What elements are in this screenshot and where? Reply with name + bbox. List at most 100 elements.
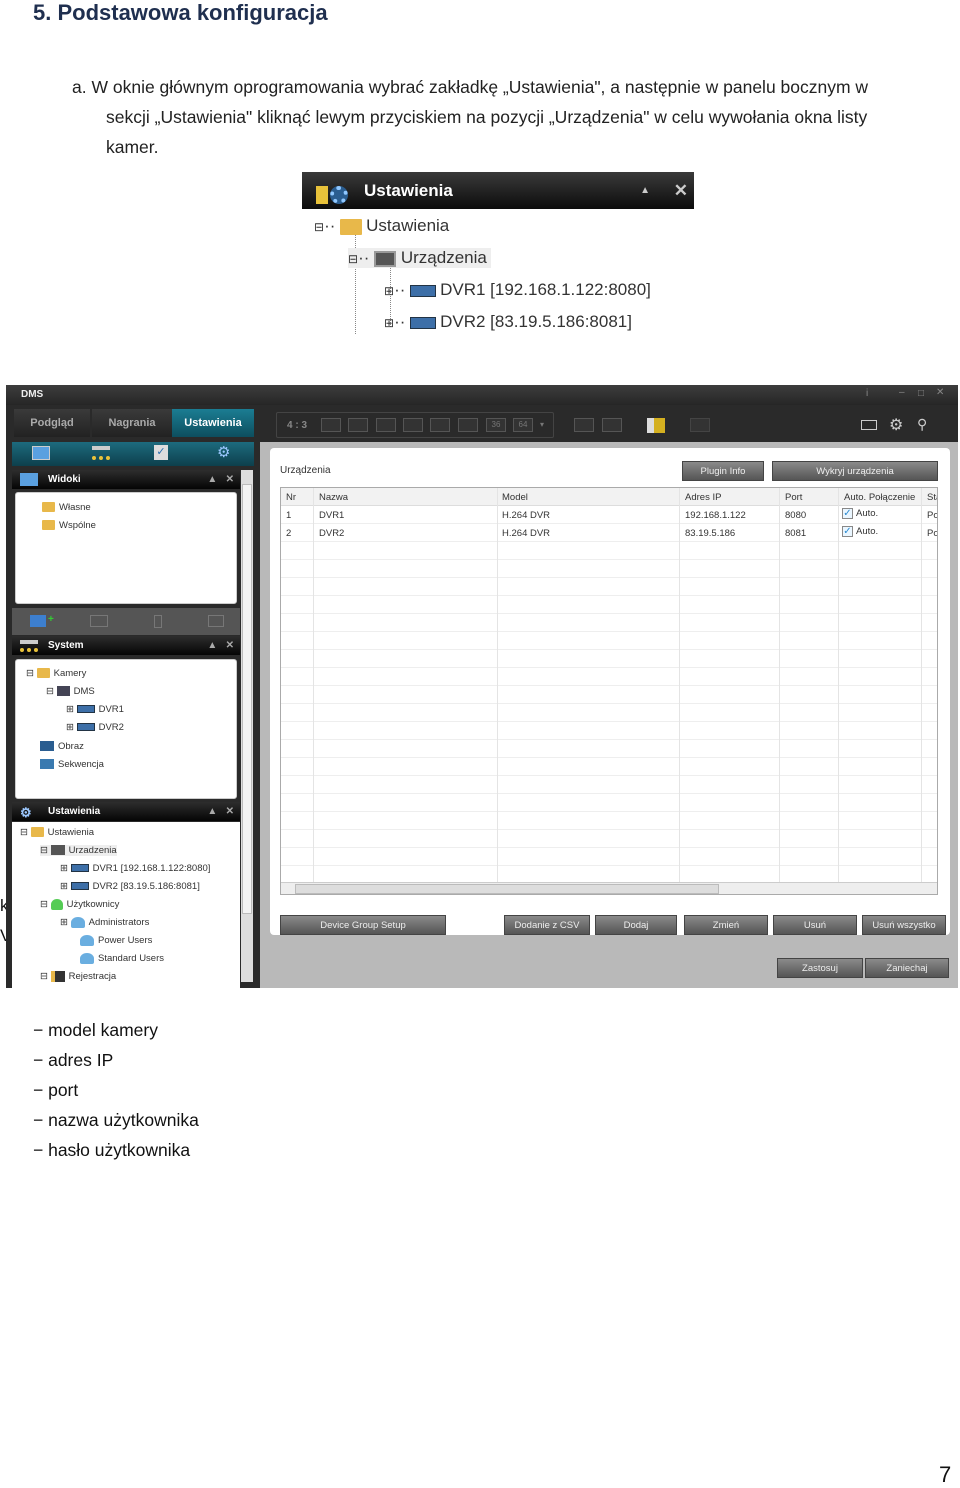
tree-item-power-users[interactable]: Power Users (80, 935, 152, 946)
column-header[interactable]: Adres IP (685, 492, 721, 503)
tree-item-urzadzenia[interactable]: ⊟ Urzadzenia (40, 845, 117, 856)
tab-nagrania[interactable]: Nagrania (92, 409, 172, 437)
delete-button[interactable]: Usuń (773, 915, 857, 935)
aspect-ratio-button[interactable]: 4 : 3 (287, 420, 307, 431)
tree-item-rejestracja[interactable]: ⊟ Rejestracja (40, 971, 116, 982)
list-item: − adres IP (33, 1050, 114, 1070)
table-row[interactable]: 2 DVR2 H.264 DVR 83.19.5.186 8081 ✓ Auto.… (281, 524, 937, 542)
tree-item-dvr2[interactable]: ⊞ DVR2 (66, 722, 124, 733)
tree-label: DVR1 [192.168.1.122:8080] (92, 863, 211, 874)
layout-8-icon[interactable] (403, 418, 423, 432)
camera-settings-icon[interactable] (208, 615, 224, 627)
horizontal-scrollbar[interactable] (281, 882, 937, 894)
apply-button[interactable]: Zastosuj (777, 958, 863, 978)
tree-item-uzytkownicy[interactable]: ⊟ Użytkownicy (40, 899, 119, 910)
layout-4-icon[interactable] (348, 418, 368, 432)
scrollbar-thumb[interactable] (295, 884, 719, 894)
dvr-icon (70, 864, 89, 873)
layout-6-icon[interactable] (376, 418, 396, 432)
cell-port: 8080 (785, 510, 807, 521)
delete-icon[interactable] (154, 615, 162, 628)
info-icon[interactable]: i (866, 388, 868, 399)
dvr-icon (70, 882, 89, 891)
tree-item-administrators[interactable]: ⊞ Administrators (60, 917, 149, 928)
system-icon[interactable] (92, 446, 110, 460)
window-stack-icon[interactable] (690, 418, 710, 432)
close-icon[interactable]: ✕ (674, 172, 688, 209)
cell-model: H.264 DVR (502, 528, 551, 539)
delete-all-button[interactable]: Usuń wszystko (862, 915, 946, 935)
tree-item-wspolne[interactable]: Wspólne (42, 520, 96, 531)
column-header[interactable]: Port (785, 492, 802, 503)
tree-item-dvr2[interactable]: ⊞·· DVR2 [83.19.5.186:8081] (384, 312, 632, 332)
auto-label: Auto. (856, 508, 879, 520)
tree-item-standard-users[interactable]: Standard Users (80, 953, 164, 964)
auto-label: Auto. (856, 526, 879, 538)
panel-header-settings: ⚙ Ustawienia ▲ ✕ (12, 802, 240, 821)
page-number: 7 (939, 1462, 952, 1487)
fullscreen-icon[interactable] (574, 418, 594, 432)
layout-64-button[interactable]: 64 (513, 418, 533, 432)
auto-connect-checkbox[interactable]: ✓ (842, 508, 853, 519)
tree-item-wlasne[interactable]: Własne (42, 502, 91, 513)
views-icon[interactable] (32, 446, 50, 460)
tree-item-obraz[interactable]: Obraz (40, 741, 84, 752)
column-header[interactable]: Auto. Połączenie (844, 492, 915, 503)
add-layout-icon[interactable] (90, 615, 108, 627)
plugin-info-button[interactable]: Plugin Info (682, 461, 764, 481)
settings-icon[interactable]: ⚙ (217, 443, 230, 461)
tree-item-kamery[interactable]: ⊟ Kamery (26, 668, 86, 679)
sidebar-scrollbar[interactable] (241, 470, 253, 982)
multiscreen-icon[interactable] (602, 418, 622, 432)
column-header[interactable]: Model (502, 492, 528, 503)
instruction-paragraph: a. W oknie głównym oprogramowania wybrać… (72, 72, 932, 162)
tree-label: DVR2 [83.19.5.186:8081] (92, 881, 200, 892)
import-csv-button[interactable]: Dodanie z CSV (504, 915, 590, 935)
devices-table: Nr Nazwa Model Adres IP Port Auto. Połąc… (280, 487, 938, 895)
tab-ustawienia[interactable]: Ustawienia (172, 409, 254, 437)
tree-item-urzadzenia[interactable]: ⊟·· Urządzenia (348, 248, 491, 268)
tree-item-dvr1[interactable]: ⊞ DVR1 (66, 704, 124, 715)
layout-16-icon[interactable] (458, 418, 478, 432)
user-group-icon (80, 935, 94, 946)
tree-item-dvr1[interactable]: ⊞·· DVR1 [192.168.1.122:8080] (384, 280, 651, 300)
layout-36-button[interactable]: 36 (486, 418, 506, 432)
scrollbar-thumb[interactable] (242, 484, 252, 914)
panel-controls[interactable]: ▲ ✕ (207, 636, 234, 655)
column-header[interactable]: Sta (927, 492, 937, 503)
checklist-icon[interactable]: ✓ (154, 445, 168, 460)
tree-item-sekwencja[interactable]: Sekwencja (40, 759, 104, 770)
key-icon[interactable]: ⚲ (917, 416, 927, 433)
playback-icon[interactable] (647, 418, 665, 433)
layout-dropdown-icon[interactable]: ▾ (540, 420, 544, 429)
maximize-icon[interactable]: □ (918, 388, 924, 399)
gear-icon[interactable]: ⚙ (889, 415, 903, 435)
layout-9-icon[interactable] (430, 418, 450, 432)
tree-item-ustawienia[interactable]: ⊟ Ustawienia (20, 827, 94, 838)
panel-controls[interactable]: ▲ ✕ (207, 470, 234, 489)
table-header: Nr Nazwa Model Adres IP Port Auto. Połąc… (281, 488, 937, 506)
column-header[interactable]: Nr (286, 492, 296, 503)
panel-header-views: Widoki ▲ ✕ (12, 470, 240, 489)
layout-1-icon[interactable] (321, 418, 341, 432)
tree-label: Obraz (58, 741, 84, 752)
add-button[interactable]: Dodaj (595, 915, 677, 935)
cancel-button[interactable]: Zaniechaj (865, 958, 949, 978)
tree-item-dvr2[interactable]: ⊞ DVR2 [83.19.5.186:8081] (60, 881, 200, 892)
table-row[interactable]: 1 DVR1 H.264 DVR 192.168.1.122 8080 ✓ Aut… (281, 506, 937, 524)
column-header[interactable]: Nazwa (319, 492, 348, 503)
keyboard-icon[interactable] (861, 420, 877, 430)
panel-controls[interactable]: ▲ ✕ (207, 802, 234, 821)
minimize-icon[interactable]: – (899, 387, 905, 398)
tree-item-dvr1[interactable]: ⊞ DVR1 [192.168.1.122:8080] (60, 863, 210, 874)
collapse-icon[interactable]: ▲ (640, 172, 650, 209)
tab-podglad[interactable]: Podgląd (14, 409, 90, 437)
auto-connect-checkbox[interactable]: ✓ (842, 526, 853, 537)
edit-button[interactable]: Zmień (684, 915, 768, 935)
device-group-setup-button[interactable]: Device Group Setup (280, 915, 446, 935)
detect-devices-button[interactable]: Wykryj urządzenia (772, 461, 938, 481)
close-icon[interactable]: ✕ (936, 387, 944, 398)
tree-item-ustawienia[interactable]: ⊟·· Ustawienia (314, 216, 449, 236)
tree-item-dms[interactable]: ⊟ DMS (46, 686, 95, 697)
add-view-icon[interactable] (30, 615, 46, 627)
